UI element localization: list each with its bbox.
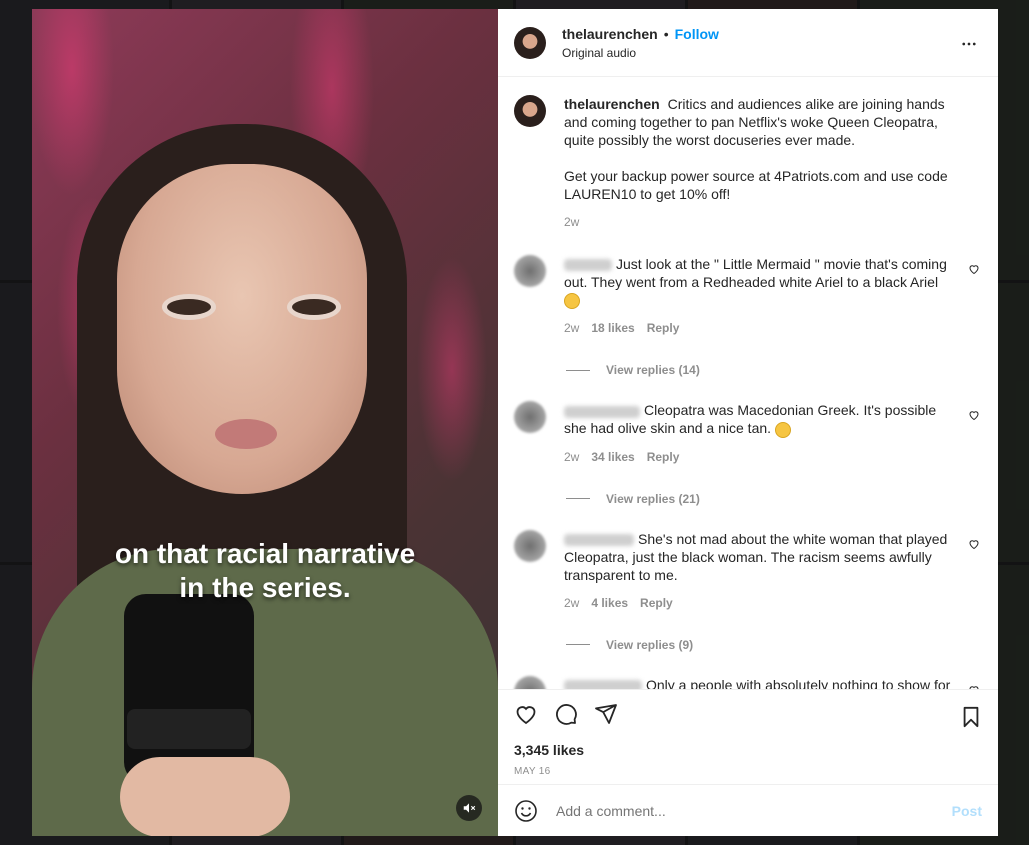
likes-count[interactable]: 3,345 likes — [514, 742, 982, 758]
post-date: MAY 16 — [514, 766, 551, 777]
heart-icon[interactable] — [968, 538, 980, 550]
blurred-username — [564, 259, 612, 272]
blurred-username — [564, 533, 634, 546]
post-comment-button[interactable]: Post — [952, 803, 982, 819]
reply-button[interactable]: Reply — [640, 594, 673, 612]
post-header: thelaurenchen • Follow Original audio — [498, 9, 998, 77]
reply-button[interactable]: Reply — [647, 448, 680, 466]
comment-text: Just look at the " Little Mermaid " movi… — [564, 256, 947, 290]
share-icon[interactable] — [594, 702, 618, 726]
mute-icon — [463, 803, 476, 813]
replies-line — [566, 498, 590, 500]
emoji-icon[interactable] — [514, 799, 538, 823]
caption-text-2: Get your backup power source at 4Patriot… — [564, 168, 948, 202]
comment-time: 2w — [564, 449, 580, 464]
video-figure-hand — [120, 757, 290, 836]
video-microphone — [124, 594, 254, 784]
original-audio-link[interactable]: Original audio — [562, 46, 719, 60]
comment-item: Just look at the " Little Mermaid " movi… — [514, 255, 982, 337]
bookmark-icon[interactable] — [960, 706, 982, 728]
view-replies-label: View replies (21) — [606, 491, 700, 506]
emoji-icon — [564, 293, 580, 310]
blurred-username — [564, 405, 640, 418]
avatar[interactable] — [514, 529, 546, 562]
replies-line — [566, 369, 590, 371]
caption-body: thelaurenchen Critics and audiences alik… — [564, 95, 964, 231]
reel-video[interactable]: on that racial narrative in the series. — [32, 9, 498, 836]
header-separator: • — [663, 25, 669, 42]
comment-likes[interactable]: 18 likes — [591, 319, 634, 337]
mute-button[interactable] — [456, 795, 482, 821]
replies-line — [566, 644, 590, 646]
post-modal: on that racial narrative in the series. … — [32, 9, 998, 836]
comment-icon[interactable] — [554, 702, 578, 726]
view-replies-button[interactable]: View replies (9) — [566, 638, 982, 652]
avatar[interactable] — [514, 95, 546, 127]
heart-icon[interactable] — [968, 263, 980, 275]
comment-body: She's not mad about the white woman that… — [564, 530, 956, 612]
emoji-icon — [774, 421, 791, 438]
comment-likes[interactable]: 34 likes — [591, 448, 634, 466]
view-replies-button[interactable]: View replies (21) — [566, 492, 982, 506]
comment-input[interactable] — [554, 801, 952, 820]
video-subtitle-line: in the series. — [179, 572, 351, 603]
comment-meta: 2w 18 likes Reply — [564, 319, 956, 337]
author-username[interactable]: thelaurenchen — [562, 26, 658, 42]
comments-list[interactable]: thelaurenchen Critics and audiences alik… — [498, 77, 998, 689]
caption-time: 2w — [564, 215, 580, 229]
video-subtitle-line: on that racial narrative — [114, 538, 416, 569]
comment-item: She's not mad about the white woman that… — [514, 529, 982, 612]
avatar[interactable] — [514, 675, 546, 689]
comment-time: 2w — [564, 321, 580, 336]
video-figure-lips — [215, 419, 277, 449]
follow-button[interactable]: Follow — [675, 26, 719, 42]
comment-item: Only a people with absolutely nothing to… — [514, 675, 982, 689]
comment-item: Cleopatra was Macedonian Greek. It's pos… — [514, 401, 982, 465]
post-actions: 3,345 likes MAY 16 — [498, 689, 998, 784]
comment-body: Just look at the " Little Mermaid " movi… — [564, 255, 956, 337]
video-microphone-band — [127, 709, 251, 749]
video-figure-eye — [167, 299, 211, 315]
comment-likes[interactable]: 4 likes — [591, 594, 628, 612]
avatar[interactable] — [514, 255, 546, 287]
blurred-username — [564, 679, 642, 689]
comment-meta: 2w 34 likes Reply — [564, 448, 956, 466]
header-info: thelaurenchen • Follow Original audio — [562, 26, 719, 60]
video-subtitle: on that racial narrative in the series. — [32, 537, 498, 605]
avatar[interactable] — [514, 26, 546, 59]
view-replies-label: View replies (14) — [606, 363, 700, 378]
post-caption: thelaurenchen Critics and audiences alik… — [514, 77, 982, 231]
comment-body: Only a people with absolutely nothing to… — [564, 676, 956, 689]
comment-time: 2w — [564, 595, 580, 610]
heart-icon[interactable] — [514, 702, 538, 726]
comment-body: Cleopatra was Macedonian Greek. It's pos… — [564, 401, 956, 465]
post-side-panel: thelaurenchen • Follow Original audio th… — [498, 9, 998, 836]
avatar[interactable] — [514, 401, 546, 434]
action-icons — [514, 702, 982, 726]
add-comment-bar: Post — [498, 784, 998, 836]
video-figure-eye — [292, 299, 336, 315]
view-replies-label: View replies (9) — [606, 637, 694, 652]
reply-button[interactable]: Reply — [647, 319, 680, 337]
comment-meta: 2w 4 likes Reply — [564, 594, 956, 612]
view-replies-button[interactable]: View replies (14) — [566, 363, 982, 377]
header-row: thelaurenchen • Follow — [562, 26, 719, 42]
heart-icon[interactable] — [968, 409, 980, 421]
more-icon[interactable] — [960, 35, 978, 53]
caption-username[interactable]: thelaurenchen — [564, 96, 660, 112]
